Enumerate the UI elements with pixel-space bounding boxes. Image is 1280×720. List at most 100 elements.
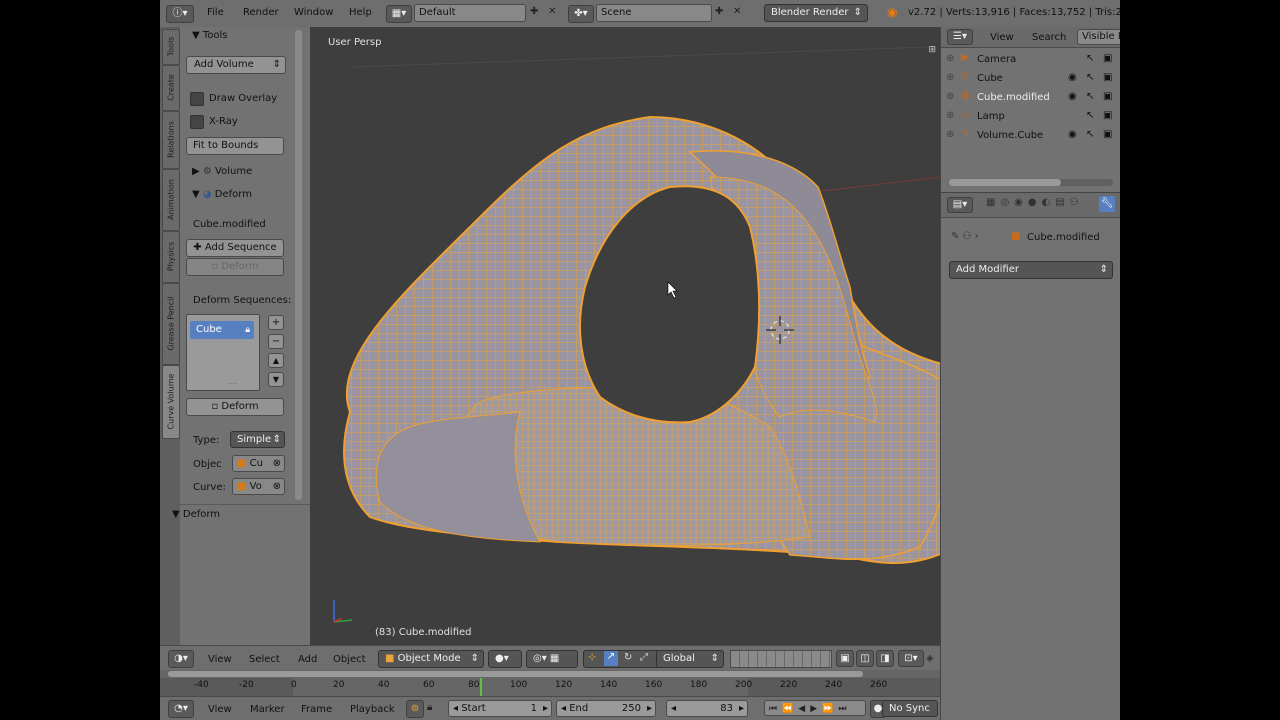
snap-icon[interactable]: ⊡▾ <box>898 650 924 667</box>
end-frame-field[interactable]: ◂ End 250 ▸ <box>556 700 656 717</box>
scene-remove-icon[interactable]: ✕ <box>733 6 741 17</box>
pin-icon[interactable]: ✎ ⚇ › <box>951 231 979 242</box>
sequence-remove-icon[interactable]: − <box>268 334 284 349</box>
menu-window[interactable]: Window <box>294 7 333 18</box>
render-icon[interactable]: ▣ <box>1103 110 1112 121</box>
timeline-scrollbar[interactable] <box>168 671 863 677</box>
manipulator-toggle-icon[interactable]: ⊹ <box>588 652 596 663</box>
pivot-select[interactable]: ◎▾ ▦ <box>526 650 578 668</box>
properties-context-icons[interactable]: ▦◎◉●◐▤⚇ <box>986 197 1084 208</box>
3d-viewport[interactable]: ⊞ User Persp (83) Cube.modified ⊞ <box>310 27 940 645</box>
tl-menu-playback[interactable]: Playback <box>350 704 395 715</box>
outliner-tab-view[interactable]: View <box>990 32 1014 43</box>
current-frame-field[interactable]: ◂ 83 ▸ <box>666 700 748 717</box>
tl-menu-marker[interactable]: Marker <box>250 704 285 715</box>
playback-controls[interactable]: ⏮⏪◀▶⏩⏭ <box>764 700 866 716</box>
current-frame-marker[interactable] <box>480 678 482 696</box>
add-volume-select[interactable]: Add Volume ⇕ <box>186 56 286 74</box>
outliner-row-camera[interactable]: ⊕ ▶ Camera ↖ ▣ <box>941 50 1120 69</box>
tl-menu-frame[interactable]: Frame <box>301 704 332 715</box>
scale-icon[interactable]: ⤢ <box>640 652 648 663</box>
object-clear-icon[interactable]: ⊗ <box>273 456 281 472</box>
cursor-select-icon[interactable]: ↖ <box>1086 91 1094 102</box>
render-icon[interactable]: ▣ <box>1103 129 1112 140</box>
outliner-row-lamp[interactable]: ⊕ ♨ Lamp ↖ ▣ <box>941 107 1120 126</box>
cursor-select-icon[interactable]: ↖ <box>1086 129 1094 140</box>
layout-remove-icon[interactable]: ✕ <box>548 6 556 17</box>
lock-range-icon[interactable]: 🔒︎ <box>427 702 432 713</box>
outliner-row-cube[interactable]: ⊕ ▽ Cube ◉ ↖ ▣ <box>941 69 1120 88</box>
sequence-item-cube[interactable]: Cube 🔒︎ <box>190 321 254 339</box>
layout-field[interactable]: Default <box>414 4 526 22</box>
overlay-icon[interactable]: ◨ <box>876 650 894 667</box>
tl-menu-view[interactable]: View <box>208 704 232 715</box>
vp-menu-view[interactable]: View <box>208 654 232 665</box>
curve-clear-icon[interactable]: ⊗ <box>273 479 281 495</box>
expand-icon[interactable]: ⊕ <box>946 110 954 121</box>
draw-overlay-checkbox[interactable] <box>190 92 204 106</box>
panel-tools-header[interactable]: ▼ Tools <box>192 30 228 41</box>
outliner-row-volume-cube[interactable]: ⊕ ∿ Volume.Cube ◉ ↖ ▣ <box>941 126 1120 145</box>
cursor-select-icon[interactable]: ↖ <box>1086 110 1094 121</box>
eye-icon[interactable]: ◉ <box>1068 91 1077 102</box>
add-sequence-button[interactable]: ✚ Add Sequence <box>186 239 284 257</box>
outliner-tab-visible-layers[interactable]: Visible L <box>1077 29 1120 45</box>
menu-help[interactable]: Help <box>349 7 372 18</box>
render-engine-select[interactable]: Blender Render ⇕ <box>764 4 868 22</box>
shading-select[interactable]: ●▾ <box>488 650 522 668</box>
panel-deform-operator-header[interactable]: ▼ Deform <box>172 509 220 520</box>
xray-checkbox[interactable] <box>190 115 204 129</box>
timeline[interactable]: -40 -20 0 20 40 60 80 100 120 140 160 18… <box>160 670 940 696</box>
orientation-select[interactable]: Global ⇕ <box>656 650 724 668</box>
list-resize-handle[interactable]: ‥‥ <box>227 377 238 386</box>
modifier-wrench-icon[interactable]: 🔧︎ <box>1099 196 1115 212</box>
render-preview-icon[interactable]: ▣ <box>836 650 854 667</box>
render-icon[interactable]: ▣ <box>1103 72 1112 83</box>
expand-icon[interactable]: ⊕ <box>946 91 954 102</box>
translate-icon[interactable]: ↗ <box>604 651 618 666</box>
fit-to-bounds-button[interactable]: Fit to Bounds <box>186 137 284 155</box>
snap-target-icon[interactable]: ◈ <box>926 653 934 664</box>
panel-deform-header[interactable]: ▼ ◕ Deform <box>192 189 252 200</box>
vp-menu-add[interactable]: Add <box>298 654 317 665</box>
layout-icon[interactable]: ▦▾ <box>386 5 412 23</box>
outliner-tab-search[interactable]: Search <box>1032 32 1066 43</box>
deform-button[interactable]: ▫ Deform <box>186 398 284 416</box>
expand-icon[interactable]: ⊕ <box>946 129 954 140</box>
mode-select[interactable]: ■ Object Mode ⇕ <box>378 650 484 668</box>
menu-file[interactable]: File <box>207 7 224 18</box>
viewport-split-icon[interactable]: ⊞ <box>928 45 936 55</box>
panel-volume-header[interactable]: ▶ ⚙ Volume <box>192 166 252 177</box>
menu-render[interactable]: Render <box>243 7 279 18</box>
sequence-add-icon[interactable]: + <box>268 315 284 330</box>
deformed-mesh[interactable] <box>343 115 940 564</box>
start-frame-field[interactable]: ◂ Start 1 ▸ <box>448 700 552 717</box>
viewport-editor-icon[interactable]: ◑▾ <box>168 650 194 668</box>
tool-shelf-scrollbar[interactable] <box>295 30 302 500</box>
preview-range-icon[interactable]: ⊚ <box>406 700 424 718</box>
object-field[interactable]: ■ Cu ⊗ <box>232 455 285 472</box>
sequence-down-icon[interactable]: ▼ <box>268 372 284 387</box>
curve-field[interactable]: ■ Vo ⊗ <box>232 478 285 495</box>
timeline-editor-icon[interactable]: ◔▾ <box>168 700 194 718</box>
deform-sequence-list[interactable]: Cube 🔒︎ ‥‥ <box>186 314 260 391</box>
render-icon[interactable]: ▣ <box>1103 91 1112 102</box>
render-icon[interactable]: ▣ <box>1103 53 1112 64</box>
layout-add-icon[interactable]: ✚ <box>530 6 538 17</box>
cursor-select-icon[interactable]: ↖ <box>1086 53 1094 64</box>
cursor-select-icon[interactable]: ↖ <box>1086 72 1094 83</box>
outliner-hscrollbar[interactable] <box>949 179 1061 186</box>
tab-curve-volume[interactable]: Curve Volume <box>162 365 180 439</box>
vp-menu-select[interactable]: Select <box>249 654 280 665</box>
sync-select[interactable]: No Sync <box>882 700 938 717</box>
eye-icon[interactable]: ◉ <box>1068 129 1077 140</box>
scene-field[interactable]: Scene <box>596 4 712 22</box>
scene-icon[interactable]: ✤▾ <box>568 5 594 23</box>
expand-icon[interactable]: ⊕ <box>946 72 954 83</box>
camera-view-icon[interactable]: ◫ <box>856 650 874 667</box>
properties-editor-icon[interactable]: ▤▾ <box>947 197 973 213</box>
expand-icon[interactable]: ⊕ <box>946 53 954 64</box>
lock-icon[interactable]: 🔒︎ <box>245 321 250 339</box>
outliner-row-cube-modified[interactable]: ⊕ ◍ Cube.modified ◉ ↖ ▣ <box>941 88 1120 107</box>
type-select[interactable]: Simple ⇕ <box>230 431 285 448</box>
